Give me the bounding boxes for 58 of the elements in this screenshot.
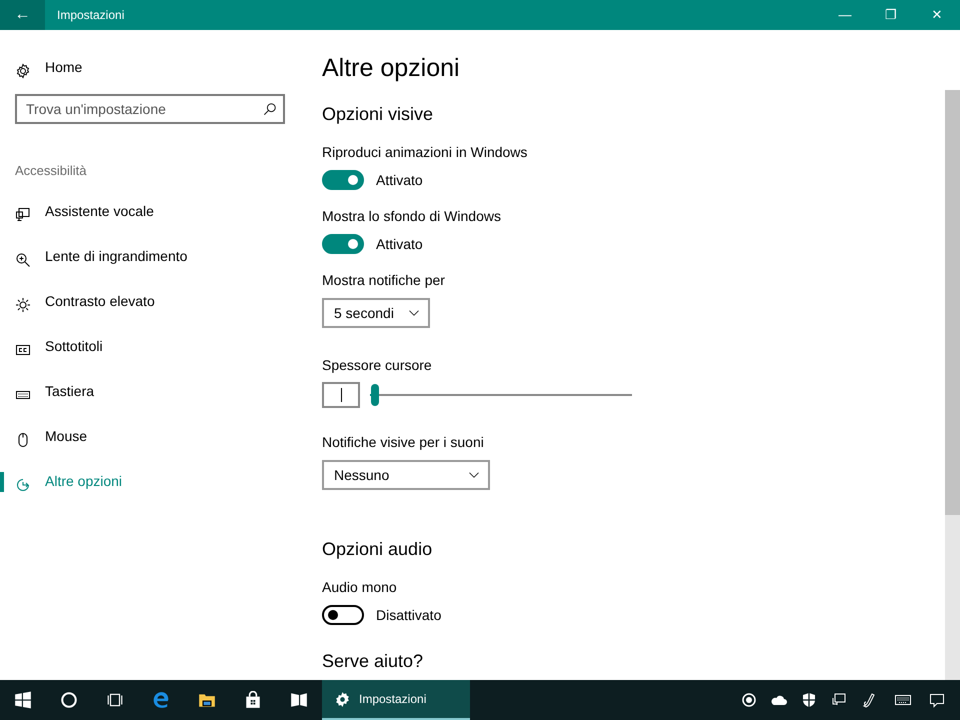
group-heading: Accessibilità (15, 162, 88, 180)
window-title: Impostazioni (57, 7, 124, 24)
shield-icon (801, 692, 817, 708)
network-icon (831, 692, 847, 708)
page-title: Altre opzioni (322, 53, 461, 84)
section-heading: Opzioni audio (322, 538, 434, 561)
taskbar-app[interactable]: Impostazioni (322, 680, 470, 720)
nav-item[interactable]: Mouse (0, 414, 300, 459)
circle-icon (60, 691, 78, 709)
nav-item[interactable]: Tastiera (0, 369, 300, 414)
close-button[interactable]: ✕ (914, 0, 960, 30)
nav-item[interactable]: Altre opzioni (0, 459, 300, 504)
gear-icon (15, 62, 31, 79)
section-heading: Serve aiuto? (322, 650, 424, 673)
browser-icon (152, 691, 170, 709)
search-field[interactable]: Trova un'impostazione (15, 94, 285, 124)
nav-item[interactable]: Sottotitoli (0, 324, 300, 369)
nav-item[interactable]: Assistente vocale (0, 189, 300, 234)
message-icon (929, 692, 945, 708)
toggle-state: Attivato (376, 234, 423, 254)
slider[interactable] (370, 382, 632, 408)
toggle-switch[interactable] (322, 234, 364, 254)
monitor-icon (15, 206, 31, 223)
nav-item[interactable]: Lente di ingrandimento (0, 234, 300, 279)
magnifier-icon (15, 252, 31, 268)
toggle-switch[interactable] (322, 605, 364, 625)
pen-icon (861, 692, 877, 708)
setting-label: Audio mono (322, 578, 398, 597)
selection-bar (0, 472, 4, 492)
dropdown[interactable]: 5 secondi (322, 298, 430, 328)
minimize-button[interactable]: — (822, 0, 868, 30)
setting-label: Riproduci animazioni in Windows (322, 143, 528, 162)
home-link[interactable]: Home (0, 45, 300, 90)
toggle-switch[interactable] (322, 170, 364, 190)
slider-thumb[interactable] (371, 384, 380, 406)
setting-label: Notifiche visive per i suoni (322, 433, 485, 452)
app-tiles-icon (290, 691, 308, 709)
sun-icon (15, 296, 31, 313)
back-button[interactable]: ← (0, 0, 45, 30)
section-heading: Opzioni visive (322, 103, 434, 126)
search-icon (263, 102, 277, 116)
setting-label: Spessore cursore (322, 356, 433, 375)
toggle-state: Attivato (376, 170, 423, 190)
windows-logo-icon (14, 691, 32, 709)
scrollbar-thumb[interactable] (945, 90, 960, 515)
gear-icon (334, 690, 351, 708)
record-icon (741, 692, 757, 708)
clock-arrow-icon (15, 476, 31, 493)
toggle-state: Disattivato (376, 606, 442, 624)
cursor-preview (322, 382, 360, 408)
restore-button[interactable]: ❐ (868, 0, 914, 30)
shopping-bag-icon (244, 691, 262, 709)
nav-item[interactable]: Contrasto elevato (0, 279, 300, 324)
setting-label: Mostra lo sfondo di Windows (322, 207, 502, 226)
task-view-icon (106, 691, 124, 709)
setting-label: Mostra notifiche per (322, 271, 446, 290)
dropdown[interactable]: Nessuno (322, 460, 490, 490)
scrollbar[interactable] (945, 90, 960, 680)
